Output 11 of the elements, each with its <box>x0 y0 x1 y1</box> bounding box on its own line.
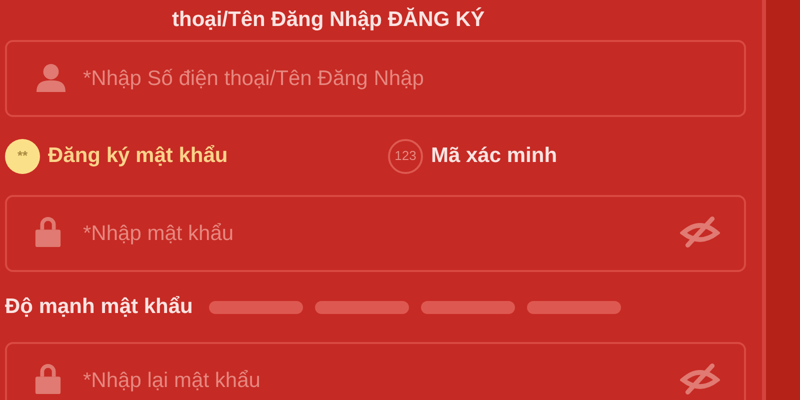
eye-off-icon[interactable] <box>680 216 720 248</box>
user-icon <box>35 64 67 92</box>
tab[interactable]: ** Đăng ký mật khẩu <box>5 138 388 174</box>
lock-icon <box>35 364 61 394</box>
tab[interactable]: 123 Mã xác minh <box>388 138 558 174</box>
eye-off-icon[interactable] <box>680 363 720 395</box>
lock-icon <box>35 217 61 247</box>
input-field[interactable]: *Nhập mật khẩu <box>5 195 746 272</box>
form-title: thoại/Tên Đăng Nhập ĐĂNG KÝ <box>172 6 485 34</box>
input-field[interactable]: *Nhập Số điện thoại/Tên Đăng Nhập <box>5 40 746 117</box>
strength-label: Độ mạnh mật khẩu <box>5 294 193 320</box>
